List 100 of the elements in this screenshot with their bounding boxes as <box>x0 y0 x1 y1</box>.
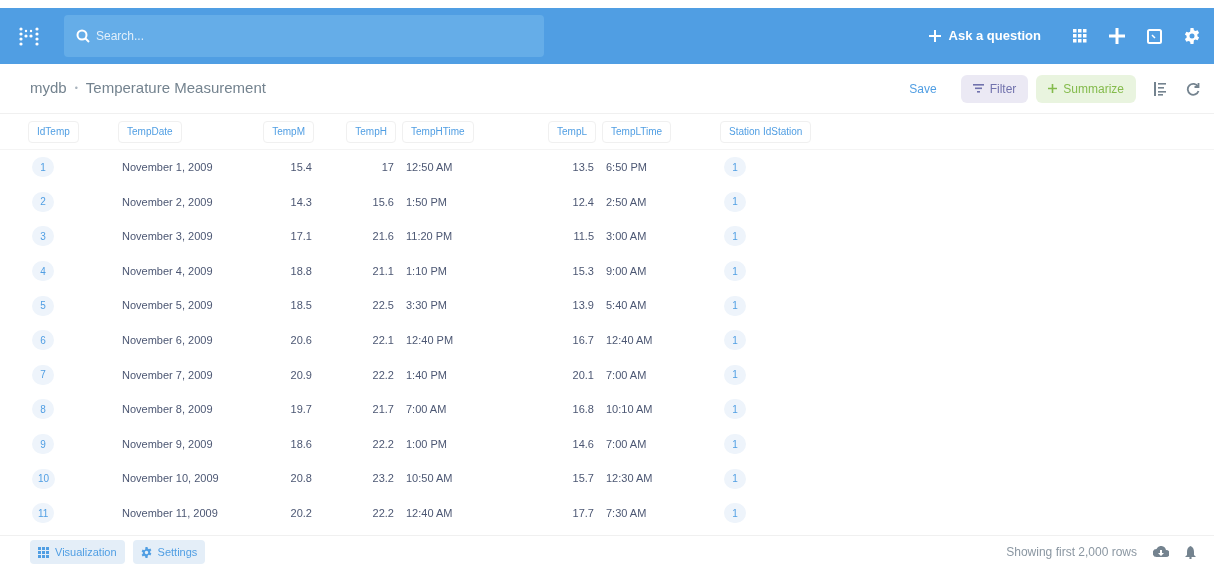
table-cell-text: 13.9 <box>572 298 594 314</box>
table-cell-text: 18.8 <box>290 263 312 279</box>
table-cell-text: 15.3 <box>572 263 594 279</box>
table-cell-text: November 7, 2009 <box>122 367 213 383</box>
table-cell-text: November 10, 2009 <box>122 471 219 487</box>
id-link[interactable]: 1 <box>724 468 746 489</box>
column-header[interactable]: TempLTime <box>602 120 672 143</box>
column-header[interactable]: Station IdStation <box>720 120 812 143</box>
id-link[interactable]: 1 <box>724 191 746 212</box>
table-cell-text: 21.1 <box>372 263 394 279</box>
table-cell-text: 10:10 AM <box>606 402 653 418</box>
table-cell-text: 10:50 AM <box>406 471 453 487</box>
id-link[interactable]: 1 <box>724 261 746 282</box>
table-cell-text: 15.4 <box>290 160 312 176</box>
table-cell-text: 12:40 AM <box>406 506 453 521</box>
id-link[interactable]: 1 <box>724 399 746 420</box>
ask-question-button[interactable]: Ask a question <box>920 26 1049 46</box>
search-field[interactable]: Search... <box>64 15 544 57</box>
column-header[interactable]: IdTemp <box>28 120 79 143</box>
table-cell-text: 19.7 <box>290 402 312 418</box>
id-link[interactable]: 10 <box>32 468 56 489</box>
table-cell-text: 12:40 AM <box>606 333 653 348</box>
id-link[interactable]: 1 <box>724 364 746 385</box>
table-cell-text: 12.4 <box>572 194 594 210</box>
table-cell-text: 20.9 <box>290 367 312 383</box>
id-link[interactable]: 7 <box>32 364 54 385</box>
table-cell-text: 18.6 <box>290 436 312 452</box>
settings-icon[interactable] <box>1184 28 1200 44</box>
id-link[interactable]: 8 <box>32 399 54 420</box>
table-cell-text: 16.7 <box>572 333 594 348</box>
id-link[interactable]: 11 <box>32 503 55 524</box>
settings-icon <box>140 546 152 558</box>
table-cell-text: 13.5 <box>572 160 594 176</box>
grid-icon[interactable] <box>1073 29 1087 43</box>
search-icon <box>76 29 90 43</box>
table-cell-text: November 1, 2009 <box>122 160 213 176</box>
id-link[interactable]: 1 <box>724 295 746 316</box>
id-link[interactable]: 9 <box>32 434 54 455</box>
table-cell-text: 18.5 <box>290 298 312 314</box>
table-cell-text: 17 <box>381 160 394 176</box>
id-link[interactable]: 1 <box>32 157 54 178</box>
screen-icon[interactable] <box>1147 28 1162 44</box>
save-button[interactable]: Save <box>909 79 937 98</box>
id-link[interactable]: 4 <box>32 261 54 282</box>
table-cell-text: November 2, 2009 <box>122 194 213 210</box>
column-header[interactable]: TempM <box>263 120 314 143</box>
table-cell-text: 20.2 <box>290 506 312 521</box>
filter-icon <box>972 84 984 93</box>
plus-icon <box>1048 84 1058 93</box>
table-cell-text: 12:50 AM <box>406 160 453 176</box>
id-link[interactable]: 1 <box>724 226 746 247</box>
id-link[interactable]: 1 <box>724 434 746 455</box>
id-link[interactable]: 1 <box>724 157 746 178</box>
table-cell-text: 20.6 <box>290 333 312 348</box>
cloud-download-icon[interactable] <box>1153 546 1169 559</box>
column-header[interactable]: TempHTime <box>402 120 474 143</box>
table-cell-text: 22.5 <box>372 298 394 314</box>
table-cell-text: November 11, 2009 <box>122 506 218 521</box>
column-header[interactable]: TempL <box>548 120 596 143</box>
refresh-icon[interactable] <box>1186 81 1200 96</box>
breadcrumb-separator: • <box>74 81 78 95</box>
table-cell-text: 21.7 <box>372 402 394 418</box>
id-link[interactable]: 6 <box>32 330 54 351</box>
column-header[interactable]: TempDate <box>118 120 182 143</box>
plus-icon <box>928 30 941 42</box>
settings-button[interactable]: Settings <box>132 540 206 564</box>
table-cell-text: 23.2 <box>372 471 394 487</box>
plus-icon[interactable] <box>1109 28 1125 44</box>
visualization-button[interactable]: Visualization <box>30 540 125 564</box>
id-link[interactable]: 2 <box>32 191 54 212</box>
table-cell-text: 12:40 PM <box>406 333 454 348</box>
column-header[interactable]: TempH <box>346 120 396 143</box>
table-cell-text: November 3, 2009 <box>122 229 213 245</box>
table-cell-text: November 4, 2009 <box>122 263 213 279</box>
logo-icon[interactable] <box>18 25 40 47</box>
id-link[interactable]: 5 <box>32 295 54 316</box>
table-cell-text: 1:10 PM <box>406 263 447 279</box>
table-cell-text: 11:20 PM <box>406 229 453 245</box>
id-link[interactable]: 1 <box>724 503 746 524</box>
table-cell-text: November 5, 2009 <box>122 298 213 314</box>
table-cell-text: 7:00 AM <box>606 367 647 383</box>
table-cell-text: 15.7 <box>572 471 594 487</box>
table-title: Temperature Measurement <box>85 78 266 99</box>
table-cell-text: 1:00 PM <box>406 436 447 452</box>
table-cell-text: 14.6 <box>572 436 594 452</box>
table-cell-text: 21.6 <box>372 229 394 245</box>
table-cell-text: November 9, 2009 <box>122 436 213 452</box>
summarize-button[interactable]: Summarize <box>1036 74 1136 103</box>
database-link[interactable]: mydb <box>30 77 67 100</box>
bell-icon[interactable] <box>1185 545 1196 559</box>
table-cell-text: 16.8 <box>572 402 594 418</box>
table-cell-text: 22.2 <box>372 436 394 452</box>
filter-button[interactable]: Filter <box>960 74 1029 103</box>
table-cell-text: 15.6 <box>372 194 394 210</box>
table-cell-text: 20.8 <box>290 471 312 487</box>
columns-icon[interactable] <box>1154 81 1166 96</box>
id-link[interactable]: 3 <box>32 226 54 247</box>
table-cell-text: 7:30 AM <box>606 506 647 521</box>
id-link[interactable]: 1 <box>724 330 746 351</box>
table-cell-text: 12:30 AM <box>606 471 653 487</box>
